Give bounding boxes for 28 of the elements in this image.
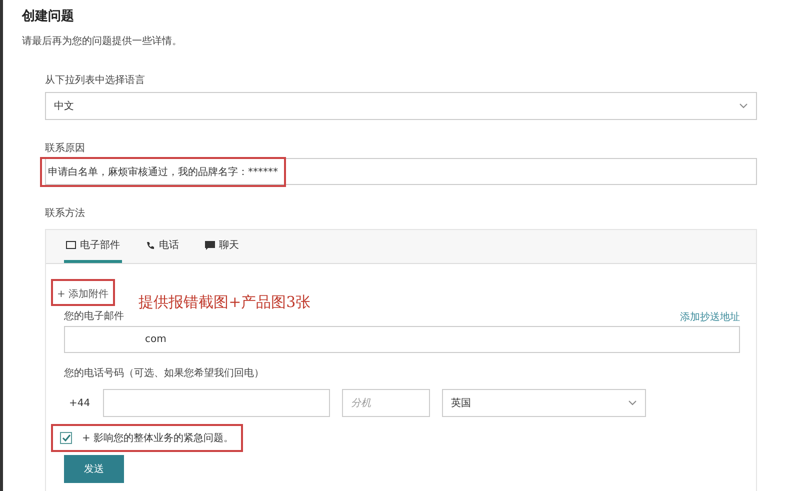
email-input[interactable]: com [64,326,740,353]
contact-tab[interactable]: 电话 [144,230,181,263]
check-icon [62,434,70,442]
add-cc-link[interactable]: 添加抄送地址 [680,310,740,324]
contact-tab[interactable]: 电子部件 [64,230,122,263]
caret-icon [628,400,637,406]
caret-icon [739,103,748,109]
field-label: 从下拉列表中选择语言 [45,74,146,88]
field-label: 联系原因 [45,142,86,156]
phone-input[interactable] [103,389,330,417]
annotation-text: 提供报错截图+产品图3张 [138,292,311,312]
field-label: 您的电话号码（可选、如果您希望我们回电） [64,367,265,381]
country-code: +44 [69,398,91,408]
field-label: 您的电子邮件 [64,310,124,324]
add-attachment-link[interactable]: + 添加附件 [54,284,112,302]
field-label: 联系方法 [45,207,86,221]
input-value: 申请白名单，麻烦审核通过，我的品牌名字：****** [48,166,278,178]
language-select[interactable]: 中文 [45,92,757,120]
mail-icon [66,241,76,249]
urgent-checkbox[interactable] [60,432,72,444]
page-title: 创建问题 [22,8,75,26]
chat-icon [205,240,215,250]
country-select[interactable]: 英国 [442,389,646,417]
page-subtitle: 请最后再为您的问题提供一些详情。 [22,34,183,48]
send-button[interactable]: 发送 [64,455,124,483]
checkbox-label: + 影响您的整体业务的紧急问题。 [82,432,234,445]
phone-icon [146,240,155,250]
contact-tab[interactable]: 聊天 [203,230,241,263]
